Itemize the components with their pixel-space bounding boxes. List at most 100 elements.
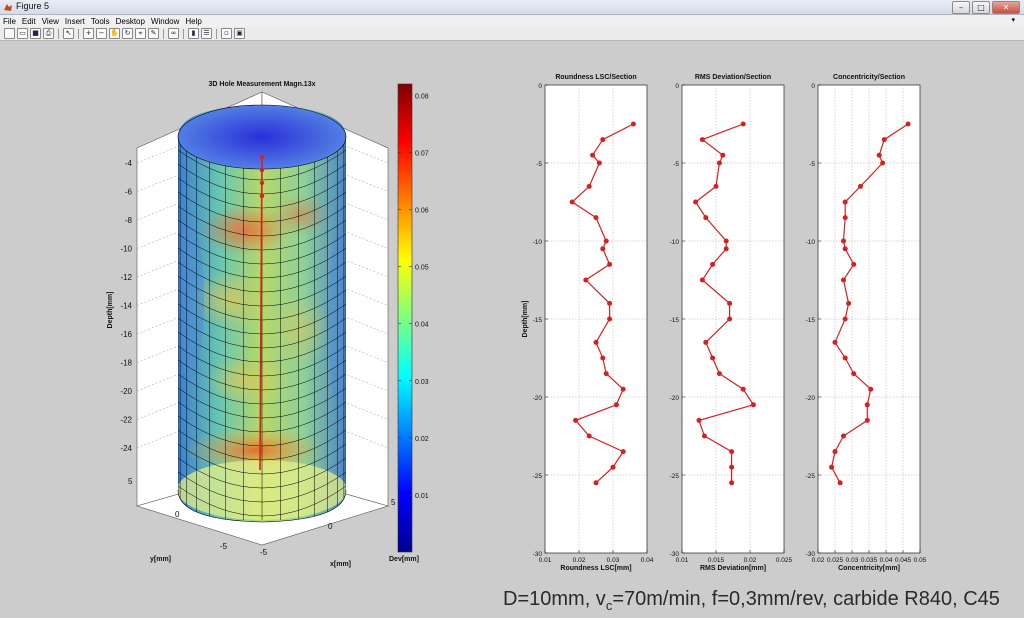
- plot3d-xtick: -5: [260, 548, 268, 557]
- plot3d-xlabel: x[mm]: [330, 561, 351, 568]
- colorbar-tick-label: 0.08: [415, 93, 429, 100]
- chart-data-point: [716, 371, 722, 377]
- chart-data-point: [842, 215, 848, 221]
- chart-data-point: [569, 199, 575, 205]
- section-chart-3[interactable]: 0.02 0.025 0.03 0.035 0.04 0.045 0.05 0 -5 -10 -15…: [806, 74, 927, 572]
- chart-title: Roundness LSC/Section: [555, 74, 636, 81]
- chart-xtick-label: 0.02: [812, 557, 825, 564]
- chart-title: RMS Deviation/Section: [695, 74, 771, 81]
- chart-data-point: [600, 355, 606, 361]
- chart-data-point: [596, 160, 602, 166]
- chart-data-point: [696, 417, 702, 423]
- chart-data-point: [710, 355, 716, 361]
- plot3d-ztick-label: -18: [120, 359, 132, 368]
- chart-data-point: [841, 277, 846, 283]
- axis-marker: [259, 180, 265, 186]
- chart-ytick-label: -10: [533, 239, 543, 246]
- plot3d-ztick-label: -4: [125, 159, 133, 168]
- chart-data-point: [703, 215, 709, 221]
- section-chart-1[interactable]: 0.01 0.02 0.03 0.04 0 -5 -10 -15 -20 -25 -30 Roundn…: [522, 74, 654, 572]
- chart-data-point: [586, 183, 592, 189]
- chart-xtick-label: 0.03: [607, 557, 620, 564]
- plot3d-xtick: 5: [391, 498, 396, 507]
- chart-data-point: [716, 160, 722, 166]
- chart-data-point: [851, 261, 857, 267]
- chart-xtick-label: 0.045: [895, 557, 912, 564]
- chart-data-point: [720, 152, 726, 158]
- chart-data-point: [701, 433, 707, 439]
- chart-ytick-label: -20: [533, 395, 543, 402]
- plot3d-ytick: -5: [220, 542, 228, 551]
- chart-data-point: [593, 339, 599, 345]
- chart-xtick-label: 0.015: [708, 557, 725, 564]
- chart-data-point: [586, 433, 592, 439]
- chart-data-point: [727, 300, 733, 306]
- chart-data-point: [713, 183, 719, 189]
- chart-ytick-label: -15: [533, 317, 543, 324]
- chart-data-point: [583, 277, 589, 283]
- chart-ytick-label: -25: [670, 473, 680, 480]
- chart-data-point: [832, 449, 838, 455]
- chart-xtick-label: 0.02: [573, 557, 586, 564]
- chart-data-point: [600, 246, 606, 252]
- plot3d-ztick-label: -16: [120, 330, 132, 339]
- colorbar-label: Dev[mm]: [389, 556, 419, 563]
- chart-data-point: [858, 183, 863, 189]
- colorbar-tick-label: 0.01: [415, 493, 429, 500]
- chart-ytick-label: -20: [670, 395, 680, 402]
- chart-title: Concentricity/Section: [833, 74, 905, 81]
- chart-data-point: [723, 246, 729, 252]
- plot3d-zticks: -4 -6 -8 -10 -12 -14 -16 -18 -20 -22 -24: [120, 159, 132, 453]
- chart-data-point: [630, 121, 636, 127]
- chart-xtick-label: 0.025: [827, 557, 844, 564]
- chart-xtick-label: 0.035: [861, 557, 878, 564]
- axis-marker: [259, 154, 265, 160]
- chart-data-point: [829, 464, 835, 470]
- chart-xtick-label: 0.05: [914, 557, 927, 564]
- chart-data-point: [620, 449, 626, 455]
- chart-data-point: [851, 371, 857, 377]
- plot3d-ztick-label: -6: [125, 188, 133, 197]
- chart-ytick-label: 0: [811, 83, 815, 90]
- chart-data-point: [590, 152, 596, 158]
- plot3d-ylabel: y[mm]: [150, 556, 171, 563]
- chart-data-point: [703, 339, 709, 345]
- chart-xtick-label: 0.02: [744, 557, 757, 564]
- chart-ytick-label: -10: [806, 239, 816, 246]
- chart-ytick-label: -5: [809, 161, 815, 168]
- plot3d-ztick-label: -24: [120, 444, 132, 453]
- chart-data-point: [573, 417, 579, 423]
- plot3d-ztick-label: -22: [120, 416, 132, 425]
- chart-xtick-label: 0.03: [846, 557, 859, 564]
- colorbar[interactable]: 0.08 0.07 0.06 0.05 0.04 0.03 0.02 0.01 Dev[mm]: [389, 83, 429, 563]
- plot3d-ztick-label: -8: [125, 216, 133, 225]
- chart-data-point: [729, 464, 735, 470]
- chart-xlabel: RMS Deviation[mm]: [700, 565, 766, 572]
- plot3d-ztick-label: -14: [120, 302, 132, 311]
- hole-cylinder-surface: [177, 104, 347, 523]
- axis-marker: [259, 167, 265, 173]
- chart-ytick-label: -25: [533, 473, 543, 480]
- chart-data-point: [613, 402, 619, 408]
- chart-data-point: [740, 386, 746, 392]
- chart-xtick-label: 0.04: [641, 557, 654, 564]
- chart-data-point: [841, 238, 846, 244]
- chart-data-point: [864, 402, 870, 408]
- chart-data-point: [610, 464, 616, 470]
- colorbar-tick-label: 0.05: [415, 265, 429, 272]
- chart-data-point: [842, 246, 848, 252]
- chart-data-point: [842, 355, 848, 361]
- chart-ytick-label: -20: [806, 395, 816, 402]
- chart-ytick-label: -15: [806, 317, 816, 324]
- section-chart-2[interactable]: 0.01 0.015 0.02 0.025 0 -5 -10 -15 -20 -25 -30 RMS …: [670, 74, 793, 572]
- chart-data-point: [710, 261, 716, 267]
- chart-data-point: [593, 215, 599, 221]
- chart-data-point: [841, 433, 846, 439]
- plot3d-ytick: 5: [128, 477, 133, 486]
- experiment-caption: D=10mm, vc=70m/min, f=0,3mm/rev, carbide…: [503, 588, 1000, 613]
- colorbar-tick-label: 0.06: [415, 208, 429, 215]
- caption-prefix: D=10mm, v: [503, 588, 606, 610]
- chart-data-point: [740, 121, 746, 127]
- figure-plots: -4 -6 -8 -10 -12 -14 -16 -18 -20 -22 -24 Depth[mm]…: [107, 74, 927, 572]
- plot3d-ztick-label: -12: [120, 273, 132, 282]
